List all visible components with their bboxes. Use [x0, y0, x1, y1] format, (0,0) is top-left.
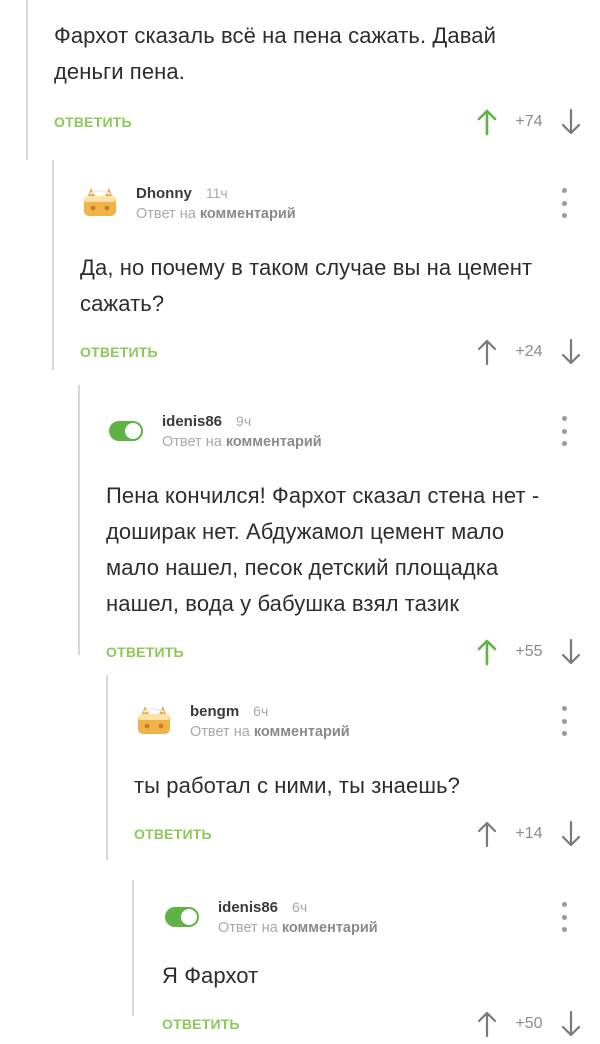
thread-line [78, 385, 80, 655]
rating-value: +50 [515, 1015, 543, 1032]
comment: Фархот сказаль всё на пена сажать. Давай… [54, 18, 600, 142]
upvote-arrow-icon[interactable] [476, 1010, 498, 1038]
downvote-arrow-icon[interactable] [560, 1010, 582, 1038]
toggle-avatar-icon[interactable] [106, 411, 146, 451]
reply-to-line: Ответ на комментарий [162, 434, 322, 450]
cat-avatar-icon[interactable] [134, 701, 174, 741]
thread-line [52, 160, 54, 370]
reply-to-prefix: Ответ на [218, 919, 278, 936]
more-options-icon[interactable] [562, 188, 568, 218]
username-link[interactable]: idenis86 [218, 899, 278, 916]
rating-value: +74 [515, 113, 543, 130]
comment-text: Пена кончился! Фархот сказал стена нет -… [106, 483, 540, 616]
reply-button[interactable]: ОТВЕТИТЬ [54, 114, 132, 130]
downvote-arrow-icon[interactable] [560, 338, 582, 366]
comment-actions: ОТВЕТИТЬ +50 [162, 1004, 600, 1044]
comment-time: 6ч [292, 898, 308, 915]
comment-header: idenis86 6ч Ответ на комментарий [162, 890, 600, 944]
upvote-arrow-icon[interactable] [476, 338, 498, 366]
reply-to-link[interactable]: комментарий [254, 724, 350, 740]
reply-button[interactable]: ОТВЕТИТЬ [80, 344, 158, 360]
reply-button[interactable]: ОТВЕТИТЬ [106, 644, 184, 660]
vote-controls: +14 [476, 814, 582, 854]
reply-to-line: Ответ на комментарий [136, 206, 296, 222]
rating-value: +24 [515, 343, 543, 360]
reply-button[interactable]: ОТВЕТИТЬ [134, 826, 212, 842]
cat-avatar-icon[interactable] [80, 183, 120, 223]
downvote-arrow-icon[interactable] [560, 820, 582, 848]
reply-to-link[interactable]: комментарий [282, 920, 378, 936]
comment-text: Фархот сказаль всё на пена сажать. Давай… [54, 23, 496, 84]
username-link[interactable]: idenis86 [162, 413, 222, 430]
comment: Dhonny 11ч Ответ на комментарий Да, но п… [80, 176, 600, 372]
upvote-arrow-icon[interactable] [476, 638, 498, 666]
upvote-arrow-icon[interactable] [476, 820, 498, 848]
reply-to-link[interactable]: комментарий [200, 206, 296, 222]
comment-meta: Dhonny 11ч Ответ на комментарий [136, 185, 296, 222]
comment: bengm 6ч Ответ на комментарий ты работал… [134, 694, 600, 854]
rating-value: +14 [515, 825, 543, 842]
vote-controls: +55 [476, 632, 582, 672]
username-link[interactable]: Dhonny [136, 185, 192, 202]
comment-meta: idenis86 9ч Ответ на комментарий [162, 413, 322, 450]
more-options-icon[interactable] [562, 902, 568, 932]
reply-to-line: Ответ на комментарий [218, 920, 378, 936]
vote-controls: +50 [476, 1004, 582, 1044]
downvote-arrow-icon[interactable] [560, 638, 582, 666]
thread-line [106, 675, 108, 860]
more-options-icon[interactable] [562, 706, 568, 736]
thread-line [132, 880, 134, 1016]
comment: idenis86 6ч Ответ на комментарий Я Фархо… [162, 890, 600, 1044]
rating-value: +55 [515, 643, 543, 660]
more-options-icon[interactable] [562, 416, 568, 446]
downvote-arrow-icon[interactable] [560, 108, 582, 136]
reply-to-link[interactable]: комментарий [226, 434, 322, 450]
reply-button[interactable]: ОТВЕТИТЬ [162, 1016, 240, 1032]
comment-meta: idenis86 6ч Ответ на комментарий [218, 899, 378, 936]
vote-controls: +74 [476, 102, 582, 142]
comment-text: ты работал с ними, ты знаешь? [134, 773, 460, 798]
thread-line [26, 0, 28, 160]
upvote-arrow-icon[interactable] [476, 108, 498, 136]
comment-actions: ОТВЕТИТЬ +24 [80, 332, 600, 372]
comment-time: 6ч [253, 702, 269, 719]
vote-controls: +24 [476, 332, 582, 372]
comment-header: Dhonny 11ч Ответ на комментарий [80, 176, 600, 230]
comment-text: Да, но почему в таком случае вы на цемен… [80, 255, 533, 316]
comment-actions: ОТВЕТИТЬ +55 [106, 632, 600, 672]
comment-actions: ОТВЕТИТЬ +74 [54, 102, 600, 142]
toggle-avatar-icon[interactable] [162, 897, 202, 937]
reply-to-prefix: Ответ на [190, 723, 250, 740]
comment-header: bengm 6ч Ответ на комментарий [134, 694, 600, 748]
comment-text: Я Фархот [162, 963, 259, 988]
comment-time: 11ч [205, 184, 228, 201]
reply-to-prefix: Ответ на [162, 433, 222, 450]
comment-meta: bengm 6ч Ответ на комментарий [190, 703, 350, 740]
username-link[interactable]: bengm [190, 703, 239, 720]
comment-time: 9ч [236, 412, 252, 429]
reply-to-prefix: Ответ на [136, 205, 196, 222]
comment: idenis86 9ч Ответ на комментарий Пена ко… [106, 404, 600, 672]
comment-header: idenis86 9ч Ответ на комментарий [106, 404, 600, 458]
comment-actions: ОТВЕТИТЬ +14 [134, 814, 600, 854]
reply-to-line: Ответ на комментарий [190, 724, 350, 740]
